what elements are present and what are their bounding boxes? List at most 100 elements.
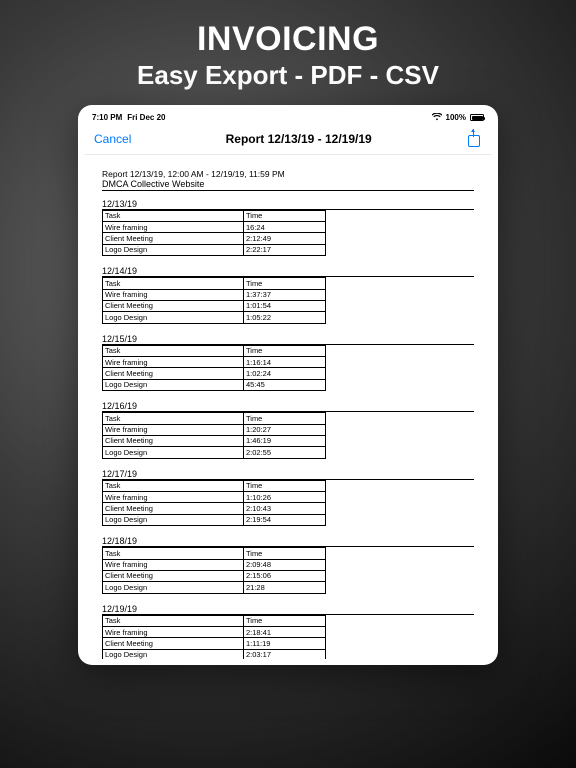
report-range: Report 12/13/19, 12:00 AM - 12/19/19, 11… — [102, 169, 474, 179]
day-block: 12/18/19TaskTimeWire framing2:09:48Clien… — [102, 536, 474, 594]
table-row: Logo Design2:03:17 — [103, 649, 474, 658]
col-header-time: Time — [243, 278, 325, 289]
task-time: 1:37:37 — [243, 289, 325, 300]
table-row: Client Meeting1:11:19 — [103, 638, 474, 649]
hero-title: INVOICING — [137, 22, 439, 58]
day-block: 12/14/19TaskTimeWire framing1:37:37Clien… — [102, 266, 474, 324]
task-name: Logo Design — [103, 447, 244, 458]
task-name: Logo Design — [103, 582, 244, 593]
task-time: 16:24 — [243, 222, 325, 233]
task-time: 1:02:24 — [243, 368, 325, 379]
day-date: 12/17/19 — [102, 469, 474, 480]
day-list: 12/13/19TaskTimeWire framing16:24Client … — [102, 199, 474, 659]
task-name: Client Meeting — [103, 300, 244, 311]
col-header-task: Task — [103, 615, 244, 626]
task-table: TaskTimeWire framing1:16:14Client Meetin… — [102, 345, 474, 392]
task-time: 2:22:17 — [243, 244, 325, 255]
task-time: 1:16:14 — [243, 357, 325, 368]
table-row: Client Meeting2:12:49 — [103, 233, 474, 244]
tablet-frame: 7:10 PM Fri Dec 20 100% Cancel Report 12… — [78, 105, 498, 665]
task-time: 2:18:41 — [243, 627, 325, 638]
table-row: Client Meeting1:46:19 — [103, 435, 474, 446]
table-row: Logo Design2:02:55 — [103, 447, 474, 458]
task-name: Wire framing — [103, 424, 244, 435]
table-row: Wire framing1:16:14 — [103, 357, 474, 368]
day-date: 12/15/19 — [102, 334, 474, 345]
battery-icon — [470, 114, 484, 121]
day-date: 12/18/19 — [102, 536, 474, 547]
task-name: Client Meeting — [103, 570, 244, 581]
task-time: 1:11:19 — [243, 638, 325, 649]
task-name: Logo Design — [103, 312, 244, 323]
col-header-time: Time — [243, 210, 325, 221]
col-header-task: Task — [103, 345, 244, 356]
cancel-button[interactable]: Cancel — [94, 132, 131, 146]
table-row: Client Meeting2:15:06 — [103, 570, 474, 581]
task-name: Client Meeting — [103, 233, 244, 244]
col-header-task: Task — [103, 210, 244, 221]
task-table: TaskTimeWire framing1:37:37Client Meetin… — [102, 277, 474, 324]
task-name: Client Meeting — [103, 503, 244, 514]
day-date: 12/16/19 — [102, 401, 474, 412]
task-name: Wire framing — [103, 559, 244, 570]
task-time: 1:20:27 — [243, 424, 325, 435]
table-row: Wire framing1:37:37 — [103, 289, 474, 300]
task-name: Client Meeting — [103, 435, 244, 446]
table-row: Logo Design2:19:54 — [103, 514, 474, 525]
task-time: 45:45 — [243, 379, 325, 390]
marketing-hero: INVOICING Easy Export - PDF - CSV — [137, 22, 439, 91]
day-block: 12/15/19TaskTimeWire framing1:16:14Clien… — [102, 334, 474, 392]
table-row: Client Meeting2:10:43 — [103, 503, 474, 514]
day-date: 12/19/19 — [102, 604, 474, 615]
report-project: DMCA Collective Website — [102, 179, 474, 191]
task-table: TaskTimeWire framing2:09:48Client Meetin… — [102, 547, 474, 594]
task-table: TaskTimeWire framing2:18:41Client Meetin… — [102, 615, 474, 659]
day-block: 12/13/19TaskTimeWire framing16:24Client … — [102, 199, 474, 257]
col-header-task: Task — [103, 278, 244, 289]
task-time: 2:03:17 — [243, 649, 325, 658]
table-row: Logo Design1:05:22 — [103, 312, 474, 323]
hero-subtitle: Easy Export - PDF - CSV — [137, 60, 439, 91]
col-header-time: Time — [243, 548, 325, 559]
task-name: Client Meeting — [103, 638, 244, 649]
day-block: 12/17/19TaskTimeWire framing1:10:26Clien… — [102, 469, 474, 527]
task-time: 21:28 — [243, 582, 325, 593]
col-header-task: Task — [103, 548, 244, 559]
task-table: TaskTimeWire framing1:20:27Client Meetin… — [102, 412, 474, 459]
task-name: Logo Design — [103, 514, 244, 525]
share-button[interactable] — [466, 131, 482, 147]
task-time: 2:10:43 — [243, 503, 325, 514]
screen: 7:10 PM Fri Dec 20 100% Cancel Report 12… — [84, 111, 492, 659]
table-row: Client Meeting1:02:24 — [103, 368, 474, 379]
status-time: 7:10 PM — [92, 113, 122, 122]
day-date: 12/14/19 — [102, 266, 474, 277]
task-name: Client Meeting — [103, 368, 244, 379]
task-name: Logo Design — [103, 379, 244, 390]
table-row: Logo Design45:45 — [103, 379, 474, 390]
col-header-time: Time — [243, 615, 325, 626]
task-name: Wire framing — [103, 627, 244, 638]
task-name: Wire framing — [103, 222, 244, 233]
task-table: TaskTimeWire framing16:24Client Meeting2… — [102, 210, 474, 257]
nav-bar: Cancel Report 12/13/19 - 12/19/19 — [84, 125, 492, 155]
battery-percent: 100% — [446, 113, 466, 122]
report-document: Report 12/13/19, 12:00 AM - 12/19/19, 11… — [84, 155, 492, 659]
task-time: 2:02:55 — [243, 447, 325, 458]
table-row: Logo Design21:28 — [103, 582, 474, 593]
col-header-time: Time — [243, 413, 325, 424]
task-time: 1:46:19 — [243, 435, 325, 446]
task-table: TaskTimeWire framing1:10:26Client Meetin… — [102, 480, 474, 527]
table-row: Client Meeting1:01:54 — [103, 300, 474, 311]
table-row: Wire framing1:20:27 — [103, 424, 474, 435]
task-time: 2:12:49 — [243, 233, 325, 244]
day-block: 12/19/19TaskTimeWire framing2:18:41Clien… — [102, 604, 474, 659]
col-header-task: Task — [103, 413, 244, 424]
task-time: 2:09:48 — [243, 559, 325, 570]
table-row: Wire framing2:18:41 — [103, 627, 474, 638]
table-row: Logo Design2:22:17 — [103, 244, 474, 255]
status-date: Fri Dec 20 — [127, 113, 165, 122]
task-time: 2:15:06 — [243, 570, 325, 581]
table-row: Wire framing1:10:26 — [103, 492, 474, 503]
status-bar: 7:10 PM Fri Dec 20 100% — [84, 111, 492, 125]
task-time: 1:05:22 — [243, 312, 325, 323]
